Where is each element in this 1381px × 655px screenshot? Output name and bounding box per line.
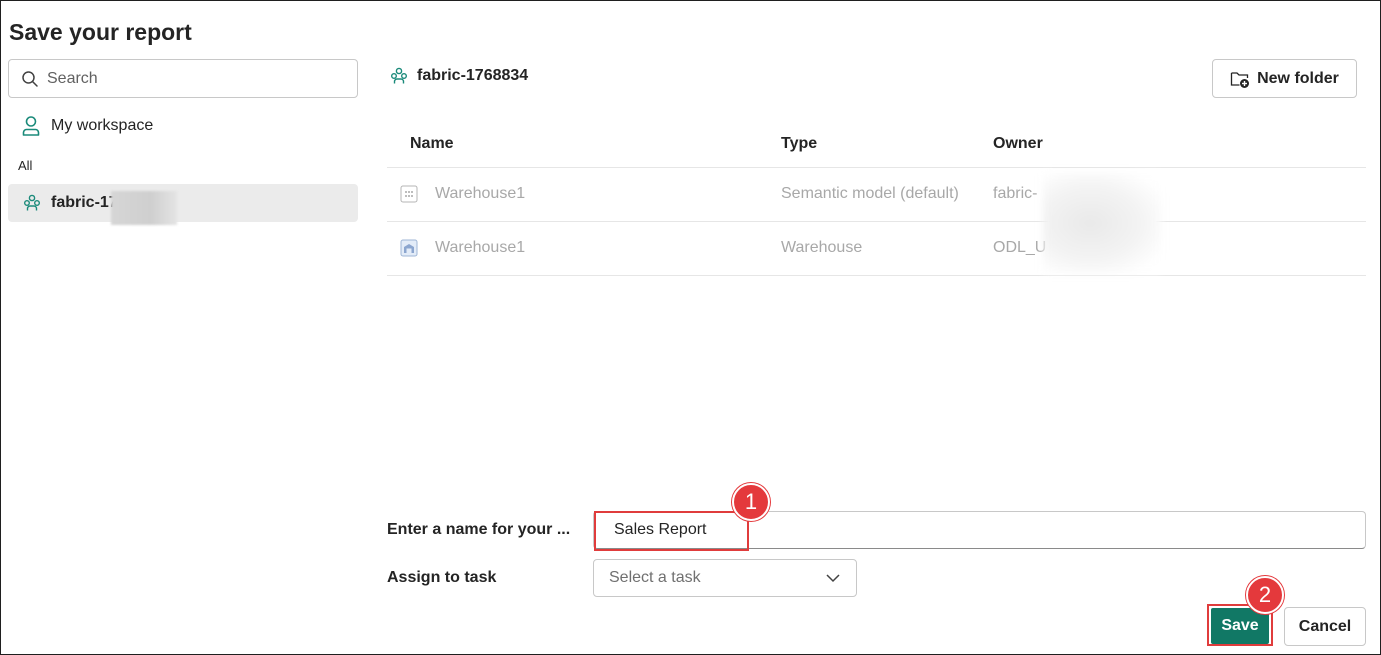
my-workspace-label: My workspace [51,117,154,134]
person-icon [22,116,40,136]
table-row: Warehouse1 Semantic model (default) fabr… [387,168,1366,222]
assign-task-label: Assign to task [387,569,497,586]
chevron-down-icon [826,574,840,583]
step-badge: 1 [732,483,770,521]
dialog-title: Save your report [9,19,192,45]
workspace-item-label: fabric-17 [51,194,118,211]
report-name-label: Enter a name for your ... [387,521,571,538]
redacted-text [1043,173,1161,273]
row-name: Warehouse1 [435,239,526,256]
row-name: Warehouse1 [435,185,526,202]
highlight-box [594,511,749,551]
search-input[interactable] [47,69,337,88]
table-header: Name Type Owner [387,121,1366,168]
semantic-model-icon [400,185,418,203]
cancel-button[interactable]: Cancel [1284,607,1366,646]
workspace-icon [391,67,407,84]
task-dropdown[interactable]: Select a task [593,559,857,597]
my-workspace-item[interactable]: My workspace [21,115,153,137]
row-owner: fabric- [993,185,1038,202]
row-owner: ODL_U [993,239,1047,256]
redacted-text [111,191,177,225]
save-report-dialog: Save your report My workspace All fabric… [0,0,1381,655]
task-placeholder: Select a task [609,569,701,586]
step-badge: 2 [1246,576,1284,614]
folder-add-icon [1230,71,1250,88]
all-section-label: All [18,158,33,173]
workspace-name: fabric-1768834 [417,67,529,84]
sidebar-item-fabric-workspace[interactable]: fabric-17 [8,184,358,222]
column-header-type[interactable]: Type [781,135,817,153]
column-header-owner[interactable]: Owner [993,135,1043,153]
table-row: Warehouse1 Warehouse ODL_U [387,222,1366,276]
row-type: Warehouse [781,239,863,256]
row-type: Semantic model (default) [781,185,959,202]
current-workspace-header: fabric-1768834 [390,67,528,85]
workspace-icon [24,194,40,211]
search-box[interactable] [8,59,358,98]
search-icon [22,70,38,87]
warehouse-icon [400,239,418,257]
new-folder-label: New folder [1257,69,1339,87]
column-header-name[interactable]: Name [410,135,454,153]
new-folder-button[interactable]: New folder [1212,59,1357,98]
